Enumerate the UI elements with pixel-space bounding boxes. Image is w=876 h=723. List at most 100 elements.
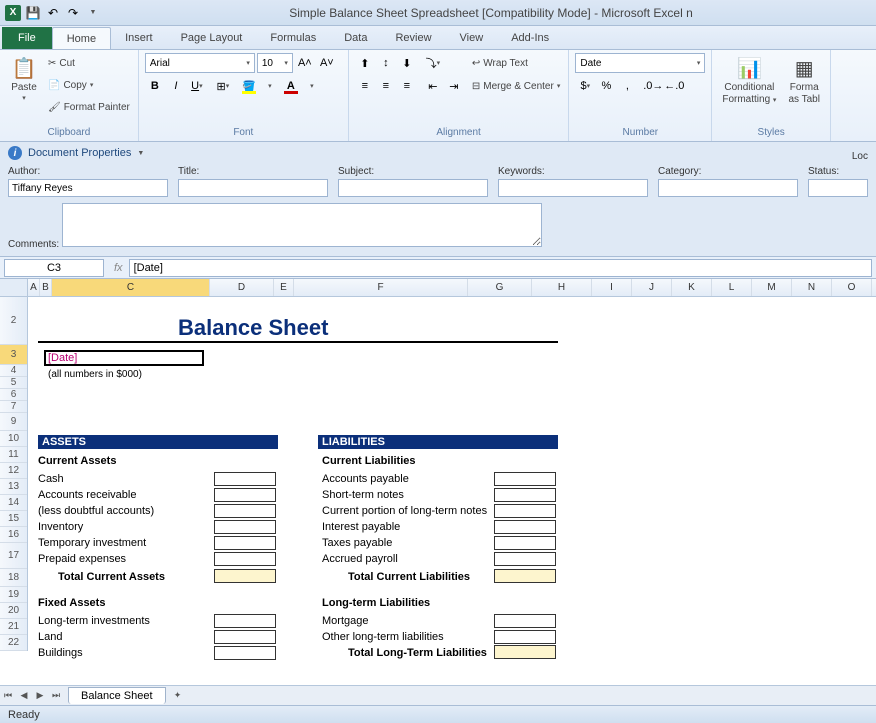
value-cell[interactable] bbox=[214, 536, 276, 550]
save-icon[interactable]: 💾 bbox=[24, 4, 42, 22]
row-14[interactable]: 14 bbox=[0, 495, 27, 511]
file-tab[interactable]: File bbox=[2, 27, 52, 49]
col-b[interactable]: B bbox=[40, 279, 52, 296]
increase-indent-icon[interactable]: ⇥ bbox=[444, 76, 464, 96]
row-2[interactable]: 2 bbox=[0, 297, 27, 345]
number-format-select[interactable]: Date▾ bbox=[575, 53, 705, 73]
row-7[interactable]: 7 bbox=[0, 401, 27, 413]
wrap-text-button[interactable]: ↩Wrap Text bbox=[470, 53, 563, 73]
document-properties-header[interactable]: i Document Properties ▼ bbox=[8, 146, 144, 160]
row-22[interactable]: 22 bbox=[0, 635, 27, 651]
selected-cell[interactable]: [Date] bbox=[44, 350, 204, 366]
keywords-input[interactable] bbox=[498, 179, 648, 197]
underline-button[interactable]: U▾ bbox=[187, 76, 207, 96]
value-cell[interactable] bbox=[214, 552, 276, 566]
col-n[interactable]: N bbox=[792, 279, 832, 296]
value-cell[interactable] bbox=[494, 520, 556, 534]
value-cell[interactable] bbox=[494, 472, 556, 486]
row-21[interactable]: 21 bbox=[0, 619, 27, 635]
status-input[interactable] bbox=[808, 179, 868, 197]
col-m[interactable]: M bbox=[752, 279, 792, 296]
col-k[interactable]: K bbox=[672, 279, 712, 296]
total-current-assets-value[interactable] bbox=[214, 569, 276, 583]
view-tab[interactable]: View bbox=[446, 27, 498, 49]
row-3[interactable]: 3 bbox=[0, 345, 27, 365]
review-tab[interactable]: Review bbox=[381, 27, 445, 49]
increase-font-icon[interactable]: A˄ bbox=[295, 53, 315, 73]
value-cell[interactable] bbox=[214, 488, 276, 502]
value-cell[interactable] bbox=[214, 472, 276, 486]
tab-prev-icon[interactable]: ◀ bbox=[16, 688, 32, 704]
value-cell[interactable] bbox=[494, 614, 556, 628]
border-button[interactable]: ⊞▾ bbox=[213, 76, 233, 96]
font-color-dropdown[interactable]: ▾ bbox=[302, 76, 322, 96]
excel-app-icon[interactable]: X bbox=[4, 4, 22, 22]
row-17[interactable]: 17 bbox=[0, 543, 27, 569]
value-cell[interactable] bbox=[214, 504, 276, 518]
col-d[interactable]: D bbox=[210, 279, 274, 296]
align-top-icon[interactable]: ⬆ bbox=[355, 53, 375, 73]
col-e[interactable]: E bbox=[274, 279, 294, 296]
italic-button[interactable]: I bbox=[166, 76, 186, 96]
undo-icon[interactable]: ↶ bbox=[44, 4, 62, 22]
data-tab[interactable]: Data bbox=[330, 27, 381, 49]
value-cell[interactable] bbox=[214, 614, 276, 628]
font-size-select[interactable]: 10▾ bbox=[257, 53, 293, 73]
cut-button[interactable]: ✂Cut bbox=[46, 53, 132, 73]
row-4[interactable]: 4 bbox=[0, 365, 27, 377]
value-cell[interactable] bbox=[494, 552, 556, 566]
col-l[interactable]: L bbox=[712, 279, 752, 296]
row-10[interactable]: 10 bbox=[0, 431, 27, 447]
value-cell[interactable] bbox=[494, 504, 556, 518]
row-6[interactable]: 6 bbox=[0, 389, 27, 401]
format-as-table-button[interactable]: ▦ Forma as Tabl bbox=[784, 53, 824, 123]
value-cell[interactable] bbox=[214, 520, 276, 534]
decrease-font-icon[interactable]: A˅ bbox=[317, 53, 337, 73]
home-tab[interactable]: Home bbox=[52, 27, 111, 49]
new-sheet-icon[interactable]: ✦ bbox=[170, 688, 186, 704]
formula-input[interactable]: [Date] bbox=[129, 259, 872, 277]
row-12[interactable]: 12 bbox=[0, 463, 27, 479]
category-input[interactable] bbox=[658, 179, 798, 197]
col-a[interactable]: A bbox=[28, 279, 40, 296]
redo-icon[interactable]: ↷ bbox=[64, 4, 82, 22]
value-cell[interactable] bbox=[214, 630, 276, 644]
insert-tab[interactable]: Insert bbox=[111, 27, 167, 49]
page-layout-tab[interactable]: Page Layout bbox=[167, 27, 257, 49]
align-right-icon[interactable]: ≡ bbox=[397, 76, 417, 96]
percent-button[interactable]: % bbox=[596, 76, 616, 96]
value-cell[interactable] bbox=[214, 646, 276, 660]
font-color-button[interactable]: A bbox=[281, 76, 301, 96]
row-16[interactable]: 16 bbox=[0, 527, 27, 543]
row-15[interactable]: 15 bbox=[0, 511, 27, 527]
value-cell[interactable] bbox=[494, 630, 556, 644]
formulas-tab[interactable]: Formulas bbox=[256, 27, 330, 49]
tab-last-icon[interactable]: ⏭ bbox=[48, 688, 64, 704]
title-input[interactable] bbox=[178, 179, 328, 197]
value-cell[interactable] bbox=[494, 488, 556, 502]
fx-icon[interactable]: fx bbox=[108, 262, 129, 274]
col-f[interactable]: F bbox=[294, 279, 468, 296]
total-current-liabilities-value[interactable] bbox=[494, 569, 556, 583]
tab-first-icon[interactable]: ⏮ bbox=[0, 688, 16, 704]
qat-customize-icon[interactable]: ▼ bbox=[84, 4, 102, 22]
comments-textarea[interactable] bbox=[62, 203, 542, 247]
fill-color-button[interactable]: 🪣 bbox=[239, 76, 259, 96]
decrease-indent-icon[interactable]: ⇤ bbox=[423, 76, 443, 96]
col-i[interactable]: I bbox=[592, 279, 632, 296]
row-5[interactable]: 5 bbox=[0, 377, 27, 389]
fill-color-dropdown[interactable]: ▾ bbox=[260, 76, 280, 96]
format-painter-button[interactable]: 🖌Format Painter bbox=[46, 97, 132, 117]
font-name-select[interactable]: Arial▾ bbox=[145, 53, 255, 73]
row-9[interactable]: 9 bbox=[0, 413, 27, 431]
sheet-tab-balance[interactable]: Balance Sheet bbox=[68, 687, 166, 704]
copy-button[interactable]: 📄Copy▾ bbox=[46, 75, 132, 95]
select-all-corner[interactable] bbox=[0, 279, 28, 296]
bold-button[interactable]: B bbox=[145, 76, 165, 96]
subject-input[interactable] bbox=[338, 179, 488, 197]
col-j[interactable]: J bbox=[632, 279, 672, 296]
align-left-icon[interactable]: ≡ bbox=[355, 76, 375, 96]
decrease-decimal-icon[interactable]: ←.0 bbox=[664, 76, 684, 96]
cell-area[interactable]: Balance Sheet [Date] (all numbers in $00… bbox=[28, 297, 876, 651]
align-bottom-icon[interactable]: ⬇ bbox=[397, 53, 417, 73]
